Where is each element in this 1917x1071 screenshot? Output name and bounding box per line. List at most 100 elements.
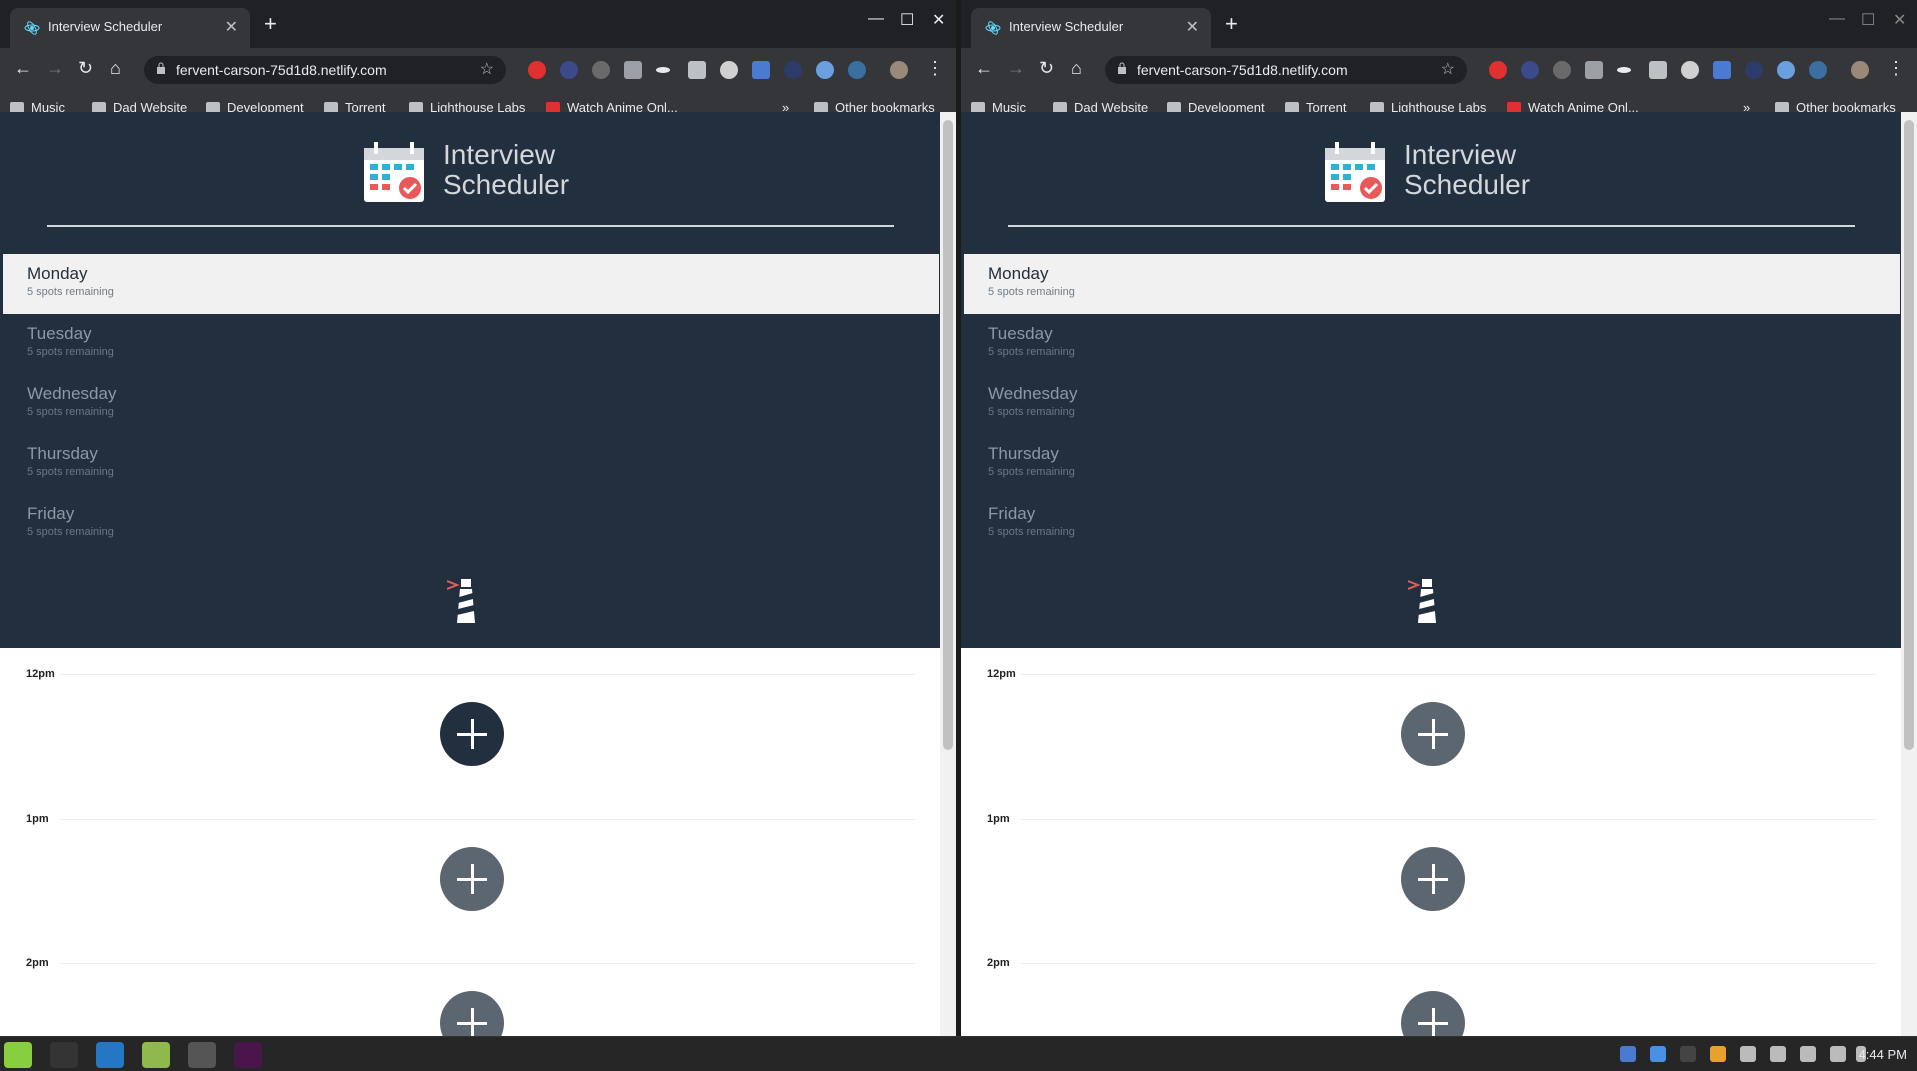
wifi-icon[interactable] <box>1800 1046 1816 1062</box>
add-appointment-button[interactable] <box>1401 847 1465 911</box>
extension-icon[interactable] <box>1489 61 1507 79</box>
scrollbar-thumb[interactable] <box>1904 120 1914 750</box>
menu-icon[interactable]: ⋮ <box>926 58 944 79</box>
extension-icon[interactable] <box>592 61 610 79</box>
scrollbar-thumb[interactable] <box>943 120 953 750</box>
close-window-icon[interactable]: ✕ <box>932 10 945 30</box>
time-divider <box>60 674 915 675</box>
volume-icon[interactable] <box>1830 1046 1846 1062</box>
extension-icon[interactable] <box>848 61 866 79</box>
add-appointment-button[interactable] <box>1401 991 1465 1036</box>
reload-icon[interactable]: ↻ <box>1039 58 1054 79</box>
new-tab-icon[interactable]: + <box>264 12 277 36</box>
avatar[interactable] <box>1851 61 1869 79</box>
day-monday[interactable]: Monday 5 spots remaining <box>964 254 1900 314</box>
extension-icon[interactable] <box>784 61 802 79</box>
day-thursday[interactable]: Thursday 5 spots remaining <box>964 434 1900 494</box>
day-friday[interactable]: Friday 5 spots remaining <box>3 494 939 554</box>
divider <box>47 225 894 227</box>
browser-toolbar: ← → ↻ ⌂ fervent-carson-75d1d8.netlify.co… <box>0 48 956 122</box>
divider <box>1008 225 1855 227</box>
day-wednesday[interactable]: Wednesday 5 spots remaining <box>3 374 939 434</box>
back-icon[interactable]: ← <box>975 58 993 79</box>
home-icon[interactable]: ⌂ <box>110 58 121 79</box>
time-divider <box>60 963 915 964</box>
chrome-icon[interactable] <box>188 1042 216 1068</box>
tab-strip: Interview Scheduler ✕ + — ☐ ✕ <box>961 0 1917 48</box>
add-appointment-button[interactable] <box>440 847 504 911</box>
shield-icon[interactable] <box>1620 1046 1636 1062</box>
terminal-icon[interactable] <box>50 1042 78 1068</box>
maximize-icon[interactable]: ☐ <box>1861 10 1875 30</box>
home-icon[interactable]: ⌂ <box>1071 58 1082 79</box>
time-label: 1pm <box>26 813 49 825</box>
add-appointment-button[interactable] <box>440 991 504 1036</box>
extension-icon[interactable] <box>656 67 670 73</box>
address-bar[interactable]: fervent-carson-75d1d8.netlify.com ☆ <box>1105 56 1467 84</box>
extension-icon[interactable] <box>1585 61 1603 79</box>
lighthouse-labs-icon <box>447 579 475 623</box>
address-bar[interactable]: fervent-carson-75d1d8.netlify.com ☆ <box>144 56 506 84</box>
day-tuesday[interactable]: Tuesday 5 spots remaining <box>3 314 939 374</box>
page-viewport: Interview Scheduler Monday 5 spots remain… <box>0 112 956 1036</box>
printer-icon[interactable] <box>1740 1046 1756 1062</box>
add-appointment-button[interactable] <box>440 702 504 766</box>
extension-icon[interactable] <box>1649 61 1667 79</box>
files-icon[interactable] <box>142 1042 170 1068</box>
day-monday[interactable]: Monday 5 spots remaining <box>3 254 939 314</box>
status-icon[interactable] <box>1680 1046 1696 1062</box>
extension-icon[interactable] <box>624 61 642 79</box>
clock[interactable]: 4:44 PM <box>1859 1047 1907 1062</box>
chrome-tray-icon[interactable] <box>1710 1046 1726 1062</box>
mint-menu-icon[interactable] <box>4 1042 32 1068</box>
extension-icon[interactable] <box>1777 61 1795 79</box>
extension-icon[interactable] <box>816 61 834 79</box>
scrollbar[interactable] <box>940 112 956 1036</box>
minimize-icon[interactable]: — <box>1829 10 1845 28</box>
extension-icon[interactable] <box>1617 67 1631 73</box>
maximize-icon[interactable]: ☐ <box>900 10 914 30</box>
browser-tab[interactable]: Interview Scheduler ✕ <box>10 8 250 48</box>
scrollbar[interactable] <box>1901 112 1917 1036</box>
extension-icon[interactable] <box>1681 61 1699 79</box>
forward-icon[interactable]: → <box>46 58 64 79</box>
schedule: 12pm 1pm 2pm <box>0 648 936 1036</box>
add-appointment-button[interactable] <box>1401 702 1465 766</box>
new-tab-icon[interactable]: + <box>1225 12 1238 36</box>
extension-icon[interactable] <box>688 61 706 79</box>
day-friday[interactable]: Friday 5 spots remaining <box>964 494 1900 554</box>
avatar[interactable] <box>890 61 908 79</box>
extension-icon[interactable] <box>720 61 738 79</box>
close-tab-icon[interactable]: ✕ <box>1186 17 1199 37</box>
close-window-icon[interactable]: ✕ <box>1893 10 1906 30</box>
back-icon[interactable]: ← <box>14 58 32 79</box>
day-wednesday[interactable]: Wednesday 5 spots remaining <box>964 374 1900 434</box>
extension-icon[interactable] <box>1521 61 1539 79</box>
vscode-icon[interactable] <box>96 1042 124 1068</box>
forward-icon[interactable]: → <box>1007 58 1025 79</box>
extension-icon[interactable] <box>1713 61 1731 79</box>
minimize-icon[interactable]: — <box>868 10 884 28</box>
reload-icon[interactable]: ↻ <box>78 58 93 79</box>
extension-icon[interactable] <box>560 61 578 79</box>
day-tuesday[interactable]: Tuesday 5 spots remaining <box>964 314 1900 374</box>
bookmark-star-icon[interactable]: ☆ <box>480 59 494 79</box>
bluetooth-icon[interactable] <box>1650 1046 1666 1062</box>
extension-icon[interactable] <box>1553 61 1571 79</box>
extension-icon[interactable] <box>1745 61 1763 79</box>
close-tab-icon[interactable]: ✕ <box>225 17 238 37</box>
extension-icon[interactable] <box>752 61 770 79</box>
extension-icon[interactable] <box>528 61 546 79</box>
plus-icon <box>457 719 487 749</box>
browser-tab[interactable]: Interview Scheduler ✕ <box>971 8 1211 48</box>
slack-icon[interactable] <box>234 1042 262 1068</box>
notes-icon[interactable] <box>1770 1046 1786 1062</box>
tab-strip: Interview Scheduler ✕ + — ☐ ✕ <box>0 0 956 48</box>
bookmark-star-icon[interactable]: ☆ <box>1441 59 1455 79</box>
extension-icon[interactable] <box>1809 61 1827 79</box>
menu-icon[interactable]: ⋮ <box>1887 58 1905 79</box>
day-thursday[interactable]: Thursday 5 spots remaining <box>3 434 939 494</box>
time-label: 2pm <box>26 957 49 969</box>
tab-title: Interview Scheduler <box>1009 19 1124 34</box>
app-title: Interview Scheduler <box>443 139 570 200</box>
